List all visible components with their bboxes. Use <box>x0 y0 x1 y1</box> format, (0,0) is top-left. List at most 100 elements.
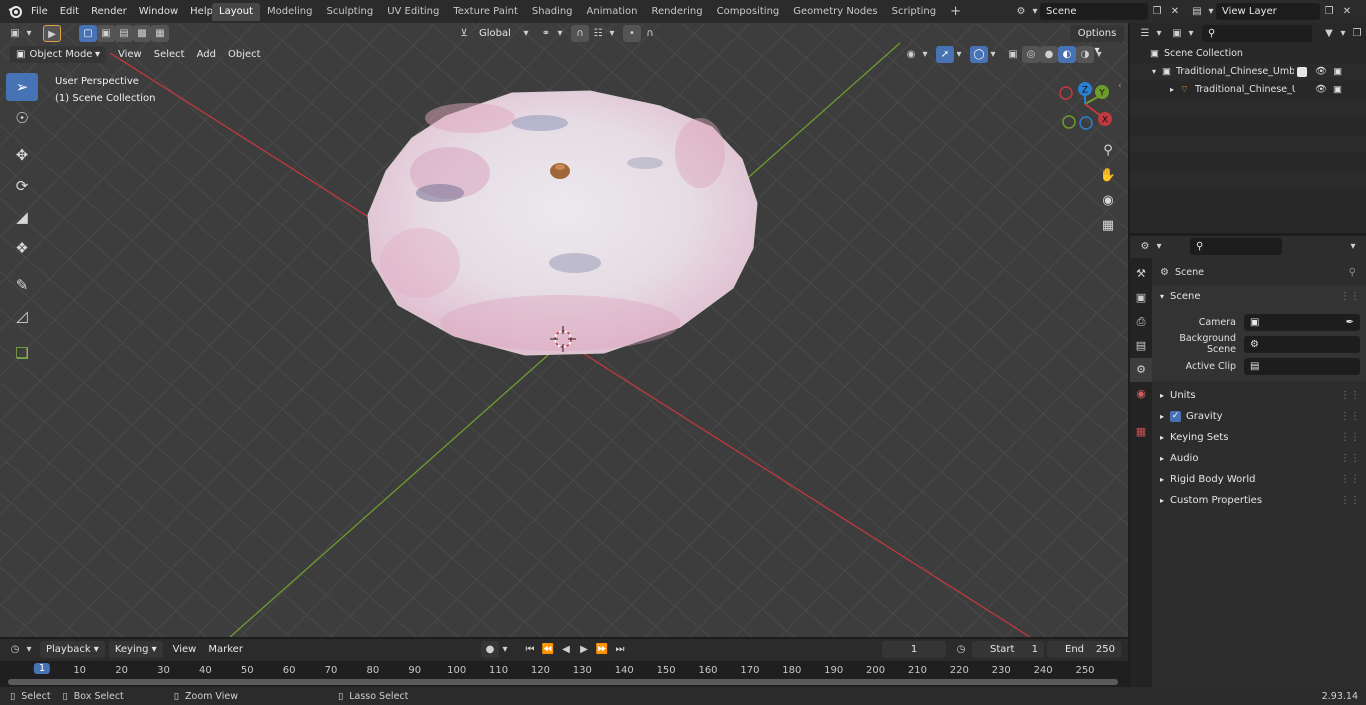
chevron-down-icon[interactable]: ▾ <box>1186 25 1196 42</box>
camera-render-icon[interactable]: ▣ <box>1333 63 1342 81</box>
overlays-icon[interactable]: ◯ <box>970 46 988 63</box>
end-frame-field[interactable]: End 250 <box>1047 641 1121 658</box>
snap-target-icon[interactable]: ☷ <box>589 25 607 42</box>
chevron-down-icon[interactable]: ▾ <box>555 25 565 42</box>
drag-handle-icon[interactable]: ⋮⋮ <box>1340 427 1360 448</box>
chevron-down-icon[interactable]: ▾ <box>988 46 998 63</box>
3d-viewport[interactable]: ▣ ▾ ▶ ▢ ▣ ▤ ▩ ▦ ⊻ Global ▾ ⚭ ▾ ∩ ☷ ▾ • ∩… <box>0 23 1128 637</box>
tab-modeling[interactable]: Modeling <box>260 3 320 21</box>
chevron-down-icon[interactable]: ▾ <box>920 46 930 63</box>
menu-edit[interactable]: Edit <box>54 0 85 23</box>
drag-handle-icon[interactable]: ⋮⋮ <box>1340 469 1360 490</box>
pan-hand-icon[interactable]: ✋ <box>1097 165 1119 187</box>
tab-sculpting[interactable]: Sculpting <box>320 3 381 21</box>
eye-icon[interactable]: 👁 <box>1315 81 1327 99</box>
frame-ruler[interactable]: 1 10 20 30 40 50 60 70 80 90 100 110 120 130 140 150 160… <box>0 661 1128 687</box>
active-clip-field[interactable]: ▤ <box>1244 357 1360 375</box>
select-subtract-icon[interactable]: ▤ <box>115 25 133 42</box>
play-icon[interactable]: ▶ <box>575 641 593 658</box>
menu-file[interactable]: File <box>25 0 54 23</box>
audio-panel-header[interactable]: ▸ Audio ⋮⋮ <box>1152 448 1366 469</box>
chevron-down-icon[interactable]: ▾ <box>1094 46 1104 63</box>
umbrella-mesh[interactable] <box>367 90 758 356</box>
chevron-down-icon[interactable]: ▾ <box>1154 25 1164 42</box>
view-layer-tab-icon[interactable]: ▤ <box>1130 334 1152 358</box>
timeline-editor-icon[interactable]: ◷ <box>6 641 24 658</box>
record-icon[interactable]: ● <box>481 641 499 658</box>
gravity-checkbox[interactable]: ✓ <box>1170 411 1182 422</box>
rigid-body-panel-header[interactable]: ▸ Rigid Body World ⋮⋮ <box>1152 469 1366 490</box>
next-keyframe-icon[interactable]: ⏩ <box>593 641 611 658</box>
tab-layout[interactable]: Layout <box>212 3 260 21</box>
chevron-down-icon[interactable]: ▾ <box>521 25 531 42</box>
background-scene-field[interactable]: ⚙ <box>1244 335 1360 353</box>
pin-icon[interactable]: ⚲ <box>1349 267 1356 278</box>
units-panel-header[interactable]: ▸ Units ⋮⋮ <box>1152 385 1366 406</box>
properties-search-input[interactable]: ⚲ <box>1190 238 1282 255</box>
view-layer-field[interactable]: View Layer <box>1216 3 1320 20</box>
tab-compositing[interactable]: Compositing <box>710 3 787 21</box>
playback-menu[interactable]: Playback ▾ <box>40 641 105 658</box>
tab-rendering[interactable]: Rendering <box>645 3 710 21</box>
gravity-panel-header[interactable]: ▸ ✓ Gravity ⋮⋮ <box>1152 406 1366 427</box>
add-cube-tool-icon[interactable]: ❏ <box>6 339 38 367</box>
keying-menu[interactable]: Keying ▾ <box>108 641 163 658</box>
custom-properties-panel-header[interactable]: ▸ Custom Properties ⋮⋮ <box>1152 490 1366 511</box>
display-mode-icon[interactable]: ▣ <box>1168 25 1186 42</box>
timeline-view-menu[interactable]: View <box>167 641 203 658</box>
drag-handle-icon[interactable]: ⋮⋮ <box>1340 385 1360 406</box>
timeline-scrollbar[interactable] <box>8 679 1118 685</box>
menu-add[interactable]: Add <box>191 46 222 63</box>
camera-field[interactable]: ▣ ✒ <box>1244 313 1360 331</box>
new-scene-icon[interactable]: ❐ <box>1148 3 1166 20</box>
editor-type-icon[interactable]: ▣ <box>6 25 24 42</box>
chevron-down-icon[interactable]: ▾ <box>1030 3 1040 20</box>
tree-row-scene-collection[interactable]: ▣ Scene Collection <box>1130 45 1366 63</box>
options-dropdown[interactable]: Options ▾ <box>1070 25 1124 56</box>
menu-view[interactable]: View <box>112 46 148 63</box>
scene-panel-header[interactable]: ▾ Scene ⋮⋮ <box>1152 286 1366 307</box>
chevron-down-icon[interactable]: ▾ <box>1206 3 1216 20</box>
keying-sets-panel-header[interactable]: ▸ Keying Sets ⋮⋮ <box>1152 427 1366 448</box>
camera-view-icon[interactable]: ◉ <box>1097 190 1119 212</box>
snap-icon[interactable]: ∩ <box>571 25 589 42</box>
play-reverse-icon[interactable]: ◀ <box>557 641 575 658</box>
close-icon[interactable]: ✕ <box>1338 3 1356 20</box>
expand-arrow-icon[interactable]: ▸ <box>1170 81 1174 99</box>
close-icon[interactable]: ✕ <box>1166 3 1184 20</box>
mode-selector[interactable]: ▣ Object Mode ▾ <box>10 46 106 63</box>
texture-tab-icon[interactable]: ▦ <box>1130 420 1152 444</box>
menu-select[interactable]: Select <box>148 46 191 63</box>
tweak-tool-icon[interactable]: ▶ <box>43 25 61 42</box>
scene-tab-icon[interactable]: ⚙ <box>1130 358 1152 382</box>
chevron-down-icon[interactable]: ▾ <box>607 25 617 42</box>
chevron-down-icon[interactable]: ▾ <box>24 25 34 42</box>
menu-object[interactable]: Object <box>222 46 267 63</box>
scene-field[interactable]: Scene <box>1040 3 1148 20</box>
tab-animation[interactable]: Animation <box>580 3 645 21</box>
drag-handle-icon[interactable]: ⋮⋮ <box>1340 406 1360 427</box>
transform-orientation-dropdown[interactable]: Global <box>473 25 521 42</box>
jump-start-icon[interactable]: ⏮ <box>521 641 539 658</box>
playhead-frame[interactable]: 1 <box>33 663 51 674</box>
chevron-down-icon[interactable]: ▾ <box>1154 238 1164 255</box>
rotate-tool-icon[interactable]: ⟳ <box>6 172 38 200</box>
current-frame-field[interactable]: 1 <box>882 641 946 658</box>
new-view-layer-icon[interactable]: ❐ <box>1320 3 1338 20</box>
render-tab-icon[interactable]: ▣ <box>1130 286 1152 310</box>
select-invert-icon[interactable]: ▩ <box>133 25 151 42</box>
chevron-down-icon[interactable]: ▾ <box>24 641 34 658</box>
jump-end-icon[interactable]: ⏭ <box>611 641 629 658</box>
sidebar-toggle-icon[interactable]: ‹ <box>1118 81 1122 91</box>
wireframe-shading-icon[interactable]: ◎ <box>1022 46 1040 63</box>
timeline-marker-menu[interactable]: Marker <box>202 641 249 658</box>
rendered-shading-icon[interactable]: ◑ <box>1076 46 1094 63</box>
navigation-gizmo[interactable]: Z Y X <box>1055 80 1119 132</box>
cursor-tool-icon[interactable]: ☉ <box>6 104 38 132</box>
tool-tab-icon[interactable]: ⚒ <box>1130 262 1152 286</box>
camera-render-icon[interactable]: ▣ <box>1333 81 1342 99</box>
new-collection-icon[interactable]: ❐ <box>1348 25 1366 42</box>
select-intersect-icon[interactable]: ▦ <box>151 25 169 42</box>
outliner-search-input[interactable]: ⚲ <box>1202 25 1312 42</box>
eyedropper-icon[interactable]: ✒ <box>1346 314 1354 331</box>
